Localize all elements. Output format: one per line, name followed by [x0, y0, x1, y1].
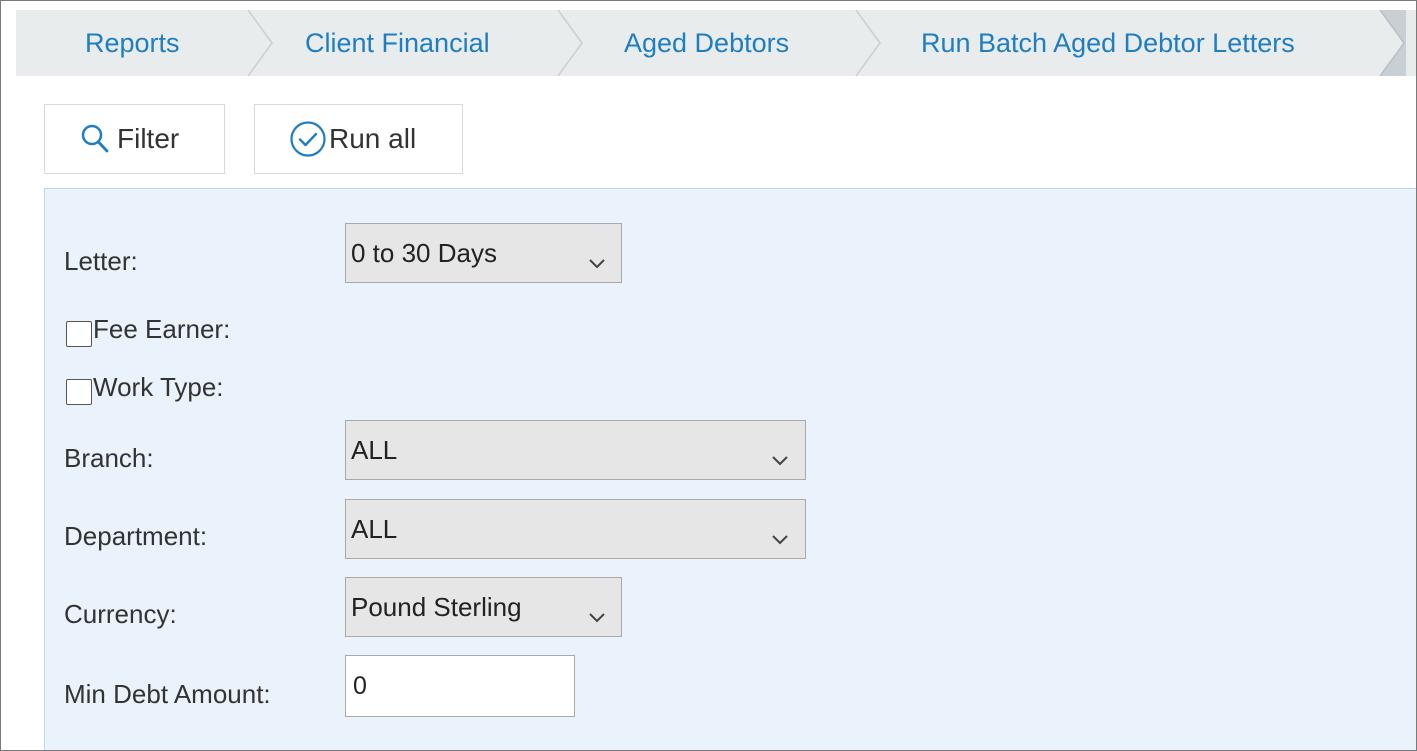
- breadcrumb-client-financial[interactable]: Client Financial: [305, 10, 490, 76]
- branch-label: Branch:: [64, 443, 154, 473]
- breadcrumb-aged-debtors[interactable]: Aged Debtors: [624, 10, 789, 76]
- chevron-down-icon: [771, 443, 789, 466]
- breadcrumb-separator-icon: [854, 10, 882, 76]
- filter-button-label: Filter: [117, 123, 180, 154]
- run-all-button-label: Run all: [329, 123, 417, 154]
- run-all-button[interactable]: Run all: [254, 104, 463, 174]
- chevron-down-icon: [771, 522, 789, 545]
- filter-button[interactable]: Filter: [44, 104, 225, 174]
- breadcrumb: Reports Client Financial Aged Debtors Ru…: [16, 10, 1416, 76]
- work-type-checkbox[interactable]: [66, 379, 92, 405]
- work-type-label: Work Type:: [93, 372, 224, 402]
- branch-select-value: ALL: [351, 435, 398, 465]
- department-select-value: ALL: [351, 514, 398, 544]
- breadcrumb-reports[interactable]: Reports: [85, 10, 180, 76]
- min-debt-amount-label: Min Debt Amount:: [64, 679, 271, 709]
- fee-earner-label: Fee Earner:: [93, 314, 231, 344]
- currency-select[interactable]: Pound Sterling: [345, 577, 622, 637]
- min-debt-amount-input[interactable]: [345, 655, 575, 717]
- branch-select[interactable]: ALL: [345, 420, 806, 480]
- department-select[interactable]: ALL: [345, 499, 806, 559]
- filter-panel: Letter: 0 to 30 Days Fee Earner: Work Ty…: [44, 188, 1416, 750]
- breadcrumb-run-batch-letters[interactable]: Run Batch Aged Debtor Letters: [921, 10, 1295, 76]
- chevron-down-icon: [588, 600, 606, 623]
- breadcrumb-separator-icon: [556, 10, 584, 76]
- breadcrumb-separator-icon: [246, 10, 274, 76]
- letter-select[interactable]: 0 to 30 Days: [345, 223, 622, 283]
- search-icon: [81, 124, 109, 154]
- check-circle-icon: [289, 120, 327, 158]
- currency-label: Currency:: [64, 599, 177, 629]
- currency-select-value: Pound Sterling: [351, 592, 522, 622]
- fee-earner-checkbox[interactable]: [66, 321, 92, 347]
- letter-label: Letter:: [64, 246, 138, 276]
- chevron-down-icon: [588, 246, 606, 269]
- breadcrumb-end-icon: [1378, 10, 1406, 76]
- app-window: Reports Client Financial Aged Debtors Ru…: [0, 0, 1417, 751]
- letter-select-value: 0 to 30 Days: [351, 238, 497, 268]
- department-label: Department:: [64, 521, 208, 551]
